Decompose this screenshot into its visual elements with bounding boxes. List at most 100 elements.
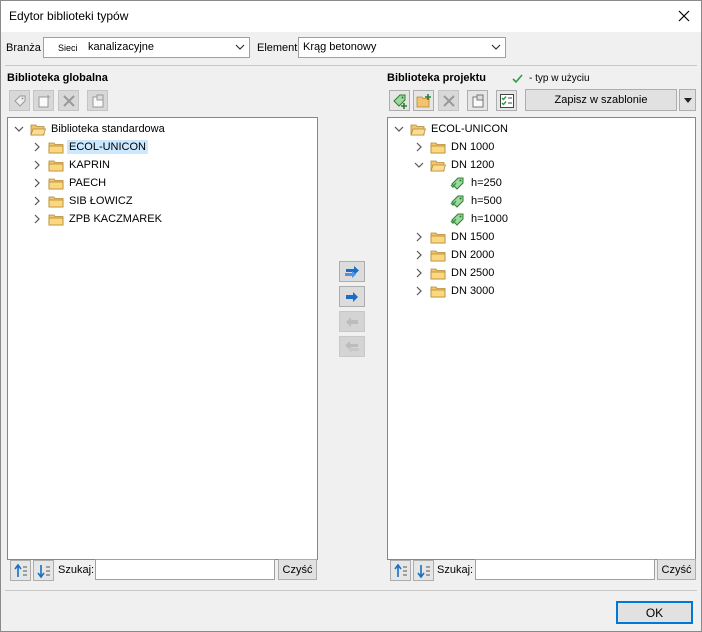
chevron-right-icon xyxy=(30,194,44,208)
project-add-folder-button[interactable] xyxy=(413,90,434,111)
folder-icon xyxy=(430,248,446,262)
copy-all-right-button[interactable] xyxy=(339,261,365,282)
tree-node[interactable]: PAECH xyxy=(30,174,108,192)
chevron-down-icon xyxy=(12,122,26,136)
tree-node-label: DN 3000 xyxy=(451,285,495,297)
ok-button[interactable]: OK xyxy=(616,601,693,624)
element-select[interactable]: Krąg betonowy xyxy=(298,37,506,58)
tree-leaf[interactable]: h=1000 xyxy=(450,210,510,228)
global-sort-down-button[interactable] xyxy=(33,560,54,581)
global-properties-button[interactable] xyxy=(87,90,108,111)
in-use-legend: - typ w użyciu xyxy=(529,73,590,84)
save-template-button[interactable]: Zapisz w szablonie xyxy=(525,89,677,111)
branza-select[interactable]: Sieci kanalizacyjne xyxy=(43,37,250,58)
tree-node-label: DN 1000 xyxy=(451,141,495,153)
properties-icon xyxy=(92,94,103,107)
tree-node[interactable]: DN 2000 xyxy=(412,246,496,264)
tree-node[interactable]: DN 2500 xyxy=(412,264,496,282)
folder-icon xyxy=(48,158,64,172)
close-icon xyxy=(678,10,690,22)
project-add-tag-button[interactable] xyxy=(389,90,410,111)
tree-node-label: Biblioteka standardowa xyxy=(51,123,165,135)
chevron-right-icon xyxy=(412,284,426,298)
copy-right-button[interactable] xyxy=(339,286,365,307)
chevron-down-icon xyxy=(491,44,501,50)
tree-node[interactable]: DN 1200 xyxy=(412,156,496,174)
project-clear-button[interactable]: Czyść xyxy=(657,559,696,580)
element-label: Element xyxy=(257,42,298,54)
folder-icon xyxy=(430,230,446,244)
tree-node-label: DN 1200 xyxy=(451,159,495,171)
tree-leaf[interactable]: h=500 xyxy=(450,192,504,210)
dialog-window: Edytor biblioteki typów Branża Sieci kan… xyxy=(0,0,702,632)
branza-prefix: Sieci xyxy=(58,43,78,53)
folder-open-icon xyxy=(430,158,446,172)
tag-in-use-icon xyxy=(450,176,466,190)
tree-node-root[interactable]: ECOL-UNICON xyxy=(392,120,510,138)
tree-node-label: DN 2000 xyxy=(451,249,495,261)
tools-icon xyxy=(442,94,455,107)
checklist-icon xyxy=(499,93,514,108)
sort-up-icon xyxy=(13,563,27,577)
tree-node-label: h=500 xyxy=(471,195,502,207)
chevron-down-icon xyxy=(392,122,406,136)
global-search-input[interactable] xyxy=(95,559,275,580)
global-new-item-button[interactable] xyxy=(33,90,54,111)
separator xyxy=(5,65,697,66)
tree-node[interactable]: SIB ŁOWICZ xyxy=(30,192,135,210)
global-sort-up-button[interactable] xyxy=(10,560,31,581)
copy-all-left-button[interactable] xyxy=(339,336,365,357)
close-button[interactable] xyxy=(671,4,697,28)
project-tools-button[interactable] xyxy=(438,90,459,111)
separator xyxy=(5,590,697,591)
folder-open-icon xyxy=(30,122,46,136)
tools-icon xyxy=(62,94,75,107)
folder-icon xyxy=(430,266,446,280)
global-tree[interactable]: Biblioteka standardowa ECOL-UNICON KAPRI… xyxy=(7,117,318,560)
project-sort-down-button[interactable] xyxy=(413,560,434,581)
chevron-right-icon xyxy=(30,158,44,172)
tree-node[interactable]: ECOL-UNICON xyxy=(30,138,149,156)
arrow-right-icon xyxy=(346,291,358,302)
tag-in-use-icon xyxy=(450,194,466,208)
global-tag-button[interactable] xyxy=(9,90,30,111)
tree-node-root[interactable]: Biblioteka standardowa xyxy=(12,120,167,138)
check-icon xyxy=(512,74,523,84)
branza-value: kanalizacyjne xyxy=(88,41,155,53)
tree-node[interactable]: DN 1000 xyxy=(412,138,496,156)
tag-add-icon xyxy=(392,94,407,109)
window-title: Edytor biblioteki typów xyxy=(9,9,129,23)
tree-node-label: KAPRIN xyxy=(69,159,110,171)
tree-node[interactable]: ZPB KACZMAREK xyxy=(30,210,164,228)
chevron-down-icon xyxy=(235,44,245,50)
tree-node-label: ZPB KACZMAREK xyxy=(69,213,162,225)
tree-node-label: SIB ŁOWICZ xyxy=(69,195,133,207)
title-bar: Edytor biblioteki typów xyxy=(1,1,701,32)
project-checklist-button[interactable] xyxy=(496,90,517,111)
project-properties-button[interactable] xyxy=(467,90,488,111)
chevron-right-icon xyxy=(30,212,44,226)
project-tree[interactable]: ECOL-UNICON DN 1000 DN 1200 h=250 h=500 … xyxy=(387,117,696,560)
sort-up-icon xyxy=(393,563,407,577)
global-tools-button[interactable] xyxy=(58,90,79,111)
tree-node[interactable]: DN 1500 xyxy=(412,228,496,246)
chevron-down-icon xyxy=(412,158,426,172)
tree-node[interactable]: KAPRIN xyxy=(30,156,112,174)
tree-node-label: h=1000 xyxy=(471,213,509,225)
global-search-label: Szukaj: xyxy=(58,564,95,576)
chevron-right-icon xyxy=(30,176,44,190)
tree-node[interactable]: DN 3000 xyxy=(412,282,496,300)
copy-left-button[interactable] xyxy=(339,311,365,332)
project-search-label: Szukaj: xyxy=(437,564,474,576)
save-template-dropdown[interactable] xyxy=(679,89,696,111)
project-sort-up-button[interactable] xyxy=(390,560,411,581)
tree-leaf[interactable]: h=250 xyxy=(450,174,504,192)
folder-icon xyxy=(48,176,64,190)
global-clear-button[interactable]: Czyść xyxy=(278,559,317,580)
folder-icon xyxy=(430,140,446,154)
tag-in-use-icon xyxy=(450,212,466,226)
project-library-title: Biblioteka projektu xyxy=(387,72,487,84)
double-arrow-right-icon xyxy=(345,265,359,278)
project-search-input[interactable] xyxy=(475,559,655,580)
folder-icon xyxy=(430,284,446,298)
